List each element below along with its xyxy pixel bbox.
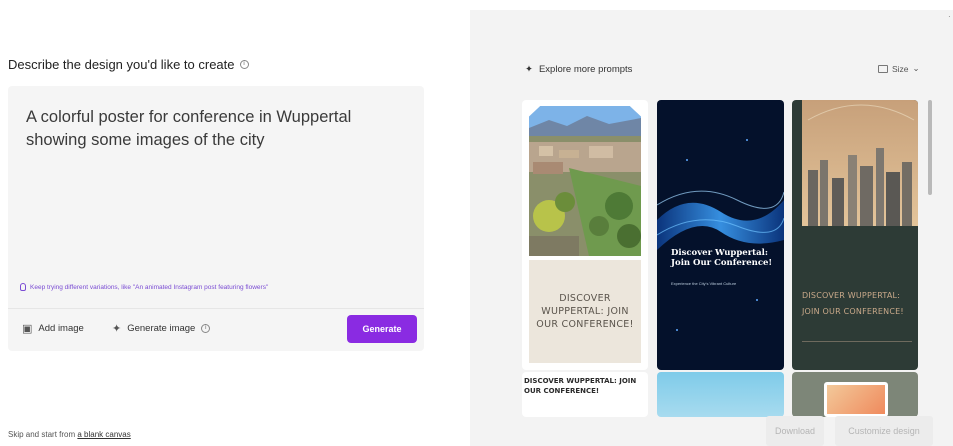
card-caption: DISCOVER WUPPERTAL: JOIN OUR CONFERENCE! <box>524 377 637 395</box>
template-card[interactable] <box>792 372 918 417</box>
customize-design-button[interactable]: Customize design <box>835 416 933 446</box>
size-button[interactable]: Size ⌄ <box>878 63 920 74</box>
generate-image-button[interactable]: ✦ Generate image i <box>112 322 211 335</box>
skyline-photo <box>802 100 918 226</box>
explore-prompts-button[interactable]: ✦ Explore more prompts <box>525 64 632 75</box>
sparkle-icon: ✦ <box>525 64 533 75</box>
card-caption: DISCOVER WUPPERTAL: JOIN OUR CONFERENCE! <box>529 260 641 363</box>
generate-button[interactable]: Generate <box>347 315 417 343</box>
chevron-down-icon: ⌄ <box>912 63 920 73</box>
explore-prompts-label: Explore more prompts <box>538 64 633 75</box>
template-card[interactable] <box>657 372 784 417</box>
card-thumbnail <box>824 382 888 417</box>
add-image-label: Add image <box>38 323 84 334</box>
template-card[interactable]: DISCOVER WUPPERTAL: JOIN OUR CONFERENCE! <box>522 372 648 417</box>
skip-prefix: Skip and start from <box>8 430 76 439</box>
sparkle-icon: ✦ <box>112 323 122 335</box>
card-subtitle: Experience the City's Vibrant Culture <box>671 281 737 286</box>
prompt-input[interactable]: A colorful poster for conference in Wupp… <box>26 106 386 152</box>
page-title-text: Describe the design you'd like to create <box>8 57 235 72</box>
template-card[interactable]: DISCOVER WUPPERTAL: JOIN OUR CONFERENCE! <box>792 100 918 370</box>
add-image-button[interactable]: ▣ Add image <box>22 322 84 335</box>
card-title: Discover Wuppertal: Join Our Conference! <box>671 248 773 268</box>
templates-pane: ✦ Explore more prompts Size ⌄ DISCOVER W… <box>470 10 953 446</box>
city-photo <box>529 106 641 256</box>
size-label: Size <box>892 63 909 74</box>
card-caption: DISCOVER WUPPERTAL: JOIN OUR CONFERENCE! <box>802 291 904 316</box>
generate-image-label: Generate image <box>127 323 196 334</box>
resize-icon <box>878 64 888 73</box>
skip-text: Skip and start from a blank canvas <box>8 430 131 439</box>
wave-graphic <box>657 139 784 331</box>
blank-canvas-link[interactable]: a blank canvas <box>77 430 130 439</box>
template-card[interactable]: Discover Wuppertal: Join Our Conference!… <box>657 100 784 370</box>
add-image-icon: ▣ <box>22 323 33 335</box>
lightbulb-icon <box>20 283 26 291</box>
info-icon[interactable]: i <box>239 60 249 69</box>
prompt-hint-text: Keep trying different variations, like "… <box>30 283 269 291</box>
scrollbar[interactable] <box>928 100 932 195</box>
download-button[interactable]: Download <box>766 416 824 446</box>
prompt-box[interactable]: A colorful poster for conference in Wupp… <box>8 86 424 351</box>
info-icon[interactable]: i <box>201 324 211 333</box>
template-card[interactable]: DISCOVER WUPPERTAL: JOIN OUR CONFERENCE! <box>522 100 648 370</box>
prompt-hint: Keep trying different variations, like "… <box>20 283 268 291</box>
divider <box>8 308 424 309</box>
close-icon[interactable]: · <box>948 12 951 21</box>
page-title: Describe the design you'd like to create… <box>8 57 249 72</box>
divider <box>802 341 912 342</box>
